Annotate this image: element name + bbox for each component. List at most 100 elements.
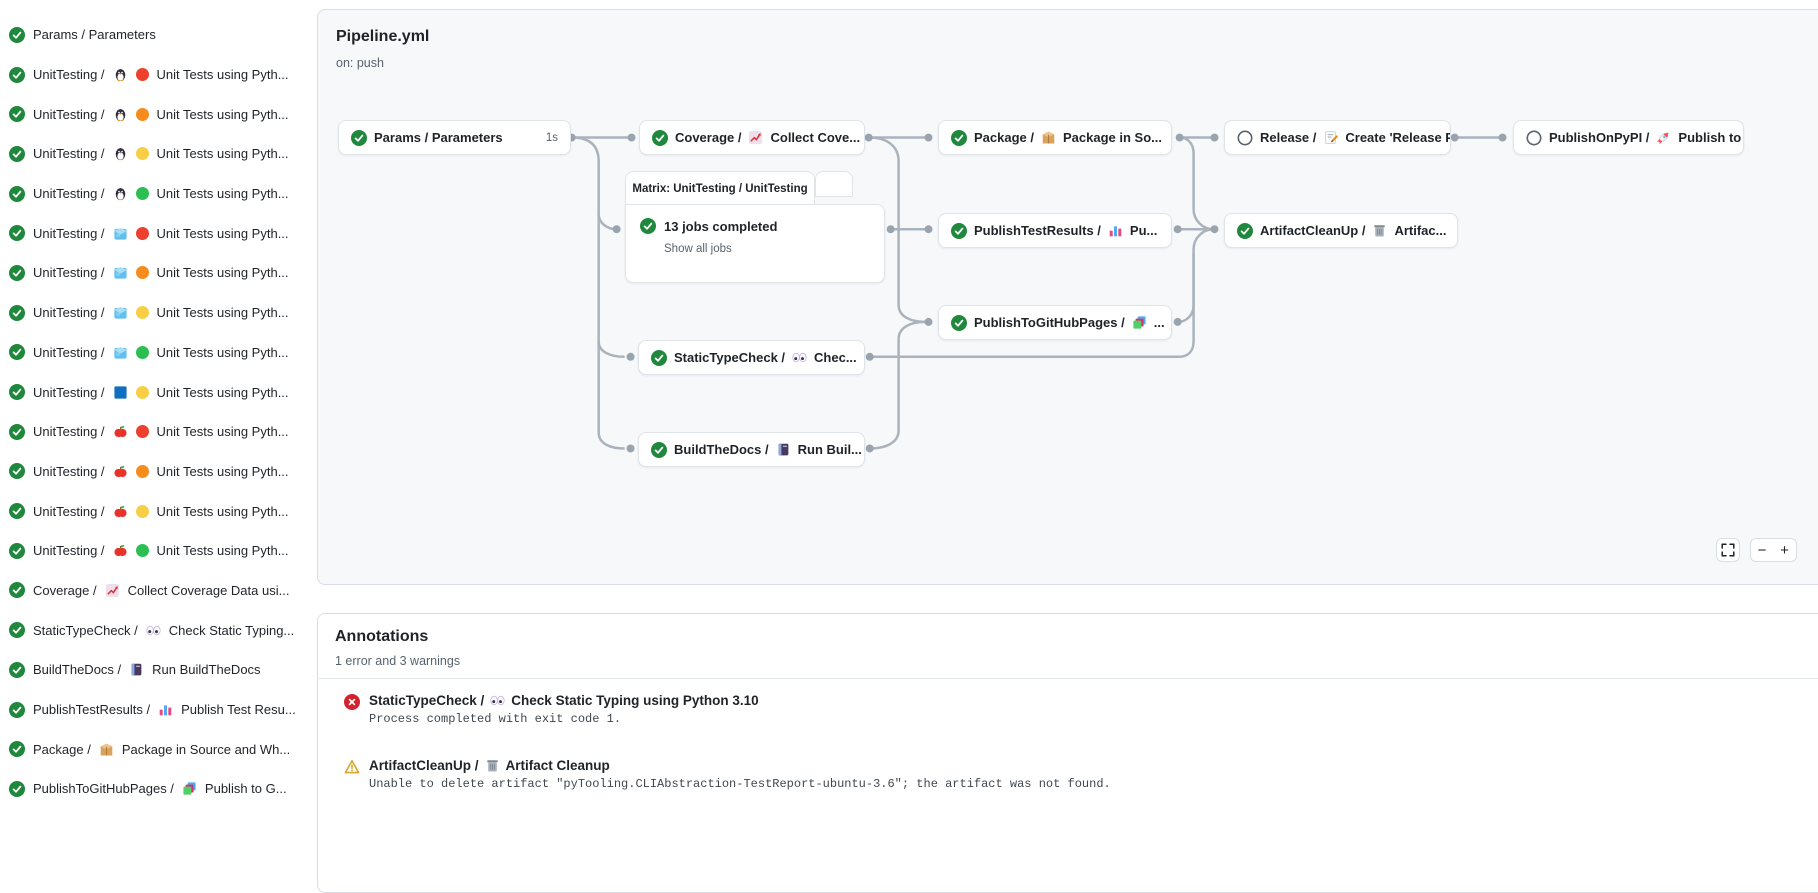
graph-node-publishonpypi[interactable]: PublishOnPyPI / Publish to ...: [1513, 120, 1744, 155]
job-step-label: Check Static Typing...: [169, 623, 295, 638]
sidebar-job-unittesting-linux-yellow[interactable]: UnitTesting / Unit Tests using Pyth...: [0, 134, 312, 174]
graph-node-publishtestresults[interactable]: PublishTestResults / Pu... 17s: [938, 213, 1172, 248]
trash-icon: [1372, 223, 1387, 238]
node-duration: 1s: [540, 132, 558, 144]
annotation-error-item: StaticTypeCheck / Check Static Typing us…: [344, 693, 759, 726]
notebook-icon: [776, 442, 791, 457]
zoom-in-button[interactable]: +: [1773, 538, 1797, 562]
job-label: PublishToGitHubPages /: [33, 781, 174, 796]
fullscreen-button[interactable]: [1716, 538, 1740, 562]
success-icon: [9, 622, 25, 638]
success-icon: [9, 384, 25, 400]
bar-chart-icon: [158, 702, 173, 717]
graph-node-release[interactable]: Release / Create 'Release P...: [1224, 120, 1451, 155]
sidebar-job-coverage[interactable]: Coverage / Collect Coverage Data usi...: [0, 571, 312, 611]
eyes-icon: [490, 693, 505, 708]
success-icon: [9, 27, 25, 43]
sidebar-job-params[interactable]: Params / Parameters: [0, 15, 312, 55]
graph-node-buildthedocs[interactable]: BuildTheDocs / Run Buil... 47s: [638, 432, 865, 467]
trash-icon: [485, 758, 500, 773]
success-icon: [9, 702, 25, 718]
node-label: ArtifactCleanUp /: [1260, 223, 1365, 238]
job-label: UnitTesting /: [33, 504, 105, 519]
sidebar-job-unittesting-apple-yellow[interactable]: UnitTesting / Unit Tests using Pyth...: [0, 491, 312, 531]
annotation-title-link[interactable]: ArtifactCleanUp / Artifact Cleanup: [369, 758, 1111, 773]
graph-node-package[interactable]: Package / Package in So... 25s: [938, 120, 1172, 155]
annotation-step: Check Static Typing using Python 3.10: [511, 693, 758, 708]
node-step-label: ...: [1154, 315, 1165, 330]
node-duration: 13s: [864, 352, 865, 364]
sidebar-job-unittesting-linux-green[interactable]: UnitTesting / Unit Tests using Pyth...: [0, 174, 312, 214]
python-version-dot: [136, 465, 149, 478]
zoom-out-button[interactable]: −: [1750, 538, 1774, 562]
node-step-label: Package in So...: [1063, 130, 1162, 145]
eyes-icon: [792, 350, 807, 365]
job-step-label: Unit Tests using Pyth...: [157, 107, 289, 122]
job-step-label: Publish Test Resu...: [181, 702, 296, 717]
sidebar-job-package[interactable]: Package / Package in Source and Wh...: [0, 729, 312, 769]
workflow-graph-panel: Pipeline.yml on: push Params / Parameter…: [317, 9, 1818, 585]
graph-node-params[interactable]: Params / Parameters 1s: [338, 120, 571, 155]
show-all-jobs-link[interactable]: Show all jobs: [664, 243, 870, 255]
job-label: UnitTesting /: [33, 424, 105, 439]
success-icon: [9, 265, 25, 281]
graph-node-publishtogithubpages[interactable]: PublishToGitHubPages / ... 13s: [938, 305, 1172, 340]
annotation-job: ArtifactCleanUp /: [369, 758, 479, 773]
success-icon: [951, 130, 967, 146]
job-step-label: Unit Tests using Pyth...: [157, 345, 289, 360]
matrix-summary-card[interactable]: 13 jobs completed Show all jobs: [625, 204, 885, 283]
job-label: UnitTesting /: [33, 265, 105, 280]
success-icon: [9, 463, 25, 479]
node-label: Release /: [1260, 130, 1316, 145]
rocket-icon: [1656, 130, 1671, 145]
skipped-icon: [1526, 130, 1542, 146]
sidebar-job-unittesting-apple-red[interactable]: UnitTesting / Unit Tests using Pyth...: [0, 412, 312, 452]
matrix-tab[interactable]: Matrix: UnitTesting / UnitTesting: [625, 171, 815, 205]
sidebar-job-publishtogithubpages[interactable]: PublishToGitHubPages / Publish to G...: [0, 769, 312, 809]
sidebar-job-publishtestresults[interactable]: PublishTestResults / Publish Test Resu..…: [0, 690, 312, 730]
apple-icon: [113, 504, 128, 519]
sidebar-job-unittesting-linux-red[interactable]: UnitTesting / Unit Tests using Pyth...: [0, 55, 312, 95]
graph-node-coverage[interactable]: Coverage / Collect Cove... 25s: [639, 120, 865, 155]
annotations-title: Annotations: [335, 628, 428, 646]
job-label: Params / Parameters: [33, 27, 156, 42]
error-icon: [344, 694, 360, 710]
sidebar-job-unittesting-apple-green[interactable]: UnitTesting / Unit Tests using Pyth...: [0, 531, 312, 571]
python-version-dot: [136, 544, 149, 557]
annotation-message: Unable to delete artifact "pyTooling.CLI…: [369, 777, 1111, 791]
matrix-summary: 13 jobs completed: [664, 219, 777, 234]
python-version-dot: [136, 147, 149, 160]
sidebar-job-unittesting-windows-yellow[interactable]: UnitTesting / Unit Tests using Pyth...: [0, 372, 312, 412]
job-label: UnitTesting /: [33, 226, 105, 241]
success-icon: [9, 186, 25, 202]
graph-node-statictypecheck[interactable]: StaticTypeCheck / Chec... 13s: [638, 340, 865, 375]
node-label: PublishTestResults /: [974, 223, 1101, 238]
sidebar-job-unittesting-linux-orange[interactable]: UnitTesting / Unit Tests using Pyth...: [0, 94, 312, 134]
sidebar-job-unittesting-ice-green[interactable]: UnitTesting / Unit Tests using Pyth...: [0, 333, 312, 373]
graph-node-artifactcleanup[interactable]: ArtifactCleanUp / Artifac... 3s: [1224, 213, 1458, 248]
annotation-title-link[interactable]: StaticTypeCheck / Check Static Typing us…: [369, 693, 759, 708]
windows-icon: [113, 385, 128, 400]
annotations-panel: Annotations 1 error and 3 warnings Stati…: [317, 613, 1818, 893]
sidebar-job-unittesting-ice-yellow[interactable]: UnitTesting / Unit Tests using Pyth...: [0, 293, 312, 333]
success-icon: [9, 225, 25, 241]
success-icon: [9, 344, 25, 360]
success-icon: [951, 315, 967, 331]
job-label: UnitTesting /: [33, 464, 105, 479]
job-list-sidebar: Params / Parameters UnitTesting / Unit T…: [0, 0, 312, 815]
success-icon: [9, 424, 25, 440]
annotation-job: StaticTypeCheck /: [369, 693, 484, 708]
sidebar-job-unittesting-ice-orange[interactable]: UnitTesting / Unit Tests using Pyth...: [0, 253, 312, 293]
fullscreen-icon: [1720, 542, 1736, 558]
sidebar-job-unittesting-apple-orange[interactable]: UnitTesting / Unit Tests using Pyth...: [0, 452, 312, 492]
success-icon: [9, 582, 25, 598]
sidebar-job-buildthedocs[interactable]: BuildTheDocs / Run BuildTheDocs: [0, 650, 312, 690]
sidebar-job-unittesting-ice-red[interactable]: UnitTesting / Unit Tests using Pyth...: [0, 213, 312, 253]
annotation-message: Process completed with exit code 1.: [369, 712, 759, 726]
package-icon: [1041, 130, 1056, 145]
sidebar-job-statictypecheck[interactable]: StaticTypeCheck / Check Static Typing...: [0, 610, 312, 650]
chart-increasing-icon: [748, 130, 763, 145]
penguin-icon: [113, 186, 128, 201]
apple-icon: [113, 543, 128, 558]
notebook-icon: [129, 662, 144, 677]
